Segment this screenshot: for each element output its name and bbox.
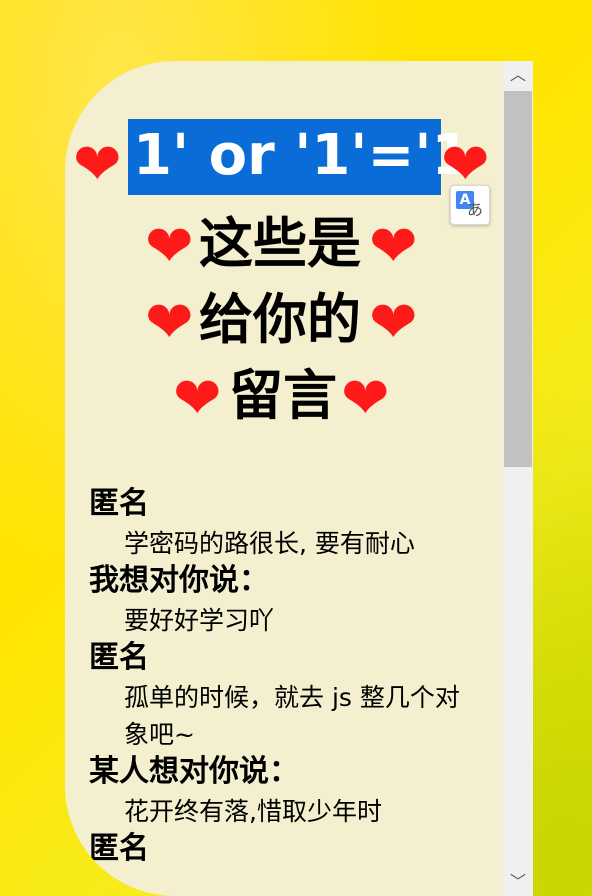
title-line-4: ❤ 留言 ❤ [65, 361, 503, 431]
list-item: 匿名 孤单的时候，就去 js 整几个对象吧~ [89, 639, 503, 753]
selected-title-text[interactable]: 1' or '1'='1 [133, 121, 470, 191]
heart-icon: ❤ [145, 288, 194, 356]
heart-icon: ❤ [73, 130, 122, 198]
scroll-down-arrow-icon[interactable]: ﹀ [503, 868, 533, 896]
scroll-up-arrow-icon[interactable]: ︿ [503, 61, 533, 89]
message-author: 匿名 [89, 831, 149, 866]
message-author: 匿名 [89, 486, 149, 521]
list-item: 匿名 [89, 830, 503, 870]
message-author: 某人想对你说： [89, 754, 299, 789]
message-text: 要好好学习吖 [124, 606, 275, 635]
heart-icon: ❤ [341, 364, 390, 432]
translate-kana-glyph: あ [467, 200, 484, 219]
title-text-line4: 留言 [229, 364, 337, 427]
message-author: 我想对你说： [89, 563, 269, 598]
heart-icon: ❤ [369, 212, 418, 280]
list-item: 我想对你说： 要好好学习吖 [89, 562, 503, 639]
title-line-3: ❤ 给你的 ❤ [65, 285, 503, 355]
message-author: 匿名 [89, 640, 149, 675]
message-text: 孤单的时候，就去 js 整几个对象吧~ [124, 683, 460, 749]
panel-content: ❤ 1' or '1'='1 ❤ ❤ 这些是 ❤ ❤ 给你的 ❤ ❤ 留言 ❤ [65, 61, 503, 896]
scrollbar-thumb[interactable] [504, 91, 532, 467]
list-item: 匿名 学密码的路很长, 要有耐心 [89, 485, 503, 562]
list-item: 某人想对你说： 花开终有落,惜取少年时 [89, 753, 503, 830]
title-line-2: ❤ 这些是 ❤ [65, 209, 503, 279]
title-text-line3: 给你的 [199, 288, 361, 351]
heart-icon: ❤ [369, 288, 418, 356]
message-text: 学密码的路很长, 要有耐心 [124, 529, 415, 558]
heart-icon: ❤ [173, 364, 222, 432]
message-list: 匿名 学密码的路很长, 要有耐心 我想对你说： 要好好学习吖 匿名 孤单的时候，… [89, 485, 503, 870]
message-text: 花开终有落,惜取少年时 [124, 797, 382, 826]
translate-button[interactable]: A あ [450, 185, 490, 225]
message-panel: ❤ 1' or '1'='1 ❤ ❤ 这些是 ❤ ❤ 给你的 ❤ ❤ 留言 ❤ [65, 61, 533, 896]
vertical-scrollbar[interactable]: ︿ ﹀ [503, 61, 533, 896]
title-line-1: ❤ 1' or '1'='1 ❤ [65, 119, 503, 201]
title-text-line2: 这些是 [199, 212, 361, 275]
heart-icon: ❤ [145, 212, 194, 280]
